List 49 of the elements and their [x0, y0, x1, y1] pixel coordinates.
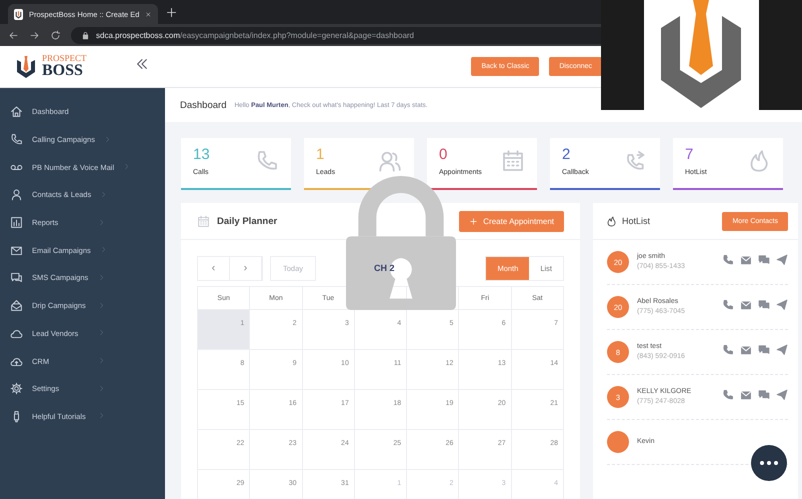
home-icon — [10, 105, 23, 118]
gear-icon — [10, 382, 23, 396]
plus-icon — [166, 7, 177, 18]
forward-arrow-icon — [29, 30, 40, 40]
paper-plane-icon — [776, 344, 788, 356]
phone-icon — [722, 299, 734, 311]
sms-icon — [758, 299, 770, 311]
calendar-icon — [197, 214, 210, 228]
calendar-icon — [501, 148, 525, 172]
chat-icon — [10, 271, 23, 284]
plus-icon — [469, 216, 478, 226]
sms-icon — [758, 254, 770, 266]
back-arrow-icon — [8, 30, 19, 40]
page-title: Dashboard — [180, 100, 226, 110]
stat-value: 7 — [685, 147, 694, 162]
flame-icon — [606, 216, 617, 226]
bar-chart-icon — [10, 216, 23, 230]
reload-icon — [50, 30, 61, 40]
card-title: HotList — [622, 216, 650, 226]
month-title: CH 2 — [374, 263, 395, 273]
envelope-icon — [740, 254, 752, 266]
sms-icon — [758, 344, 770, 356]
phone-icon — [722, 254, 734, 266]
padlock-icon — [81, 30, 90, 40]
double-chevron-icon — [135, 57, 149, 71]
logo-icon — [14, 54, 38, 80]
create-appointment-button[interactable]: Create Appointment — [459, 210, 564, 232]
padlock-icon — [346, 176, 456, 310]
paper-plane-icon — [776, 254, 788, 266]
phone-icon — [10, 133, 23, 146]
paper-plane-icon — [776, 299, 788, 311]
card-title: Daily Planner — [217, 216, 278, 226]
envelope-icon — [740, 344, 752, 356]
stat-value: 1 — [316, 147, 326, 162]
envelope-icon — [740, 389, 752, 401]
stat-value: 2 — [562, 147, 572, 162]
stat-value: 13 — [193, 147, 210, 162]
paper-plane-icon — [776, 389, 788, 401]
sms-icon — [758, 389, 770, 401]
close-icon — [145, 10, 152, 18]
phone-icon — [255, 148, 279, 172]
user-icon — [10, 188, 23, 202]
envelope-icon — [740, 299, 752, 311]
logo-text: PROSPECT — [42, 54, 87, 63]
stat-value: 0 — [439, 147, 448, 162]
logo-text: BOSS — [42, 63, 84, 79]
phone-icon — [722, 344, 734, 356]
score-badge — [607, 431, 629, 453]
phone-icon — [722, 389, 734, 401]
